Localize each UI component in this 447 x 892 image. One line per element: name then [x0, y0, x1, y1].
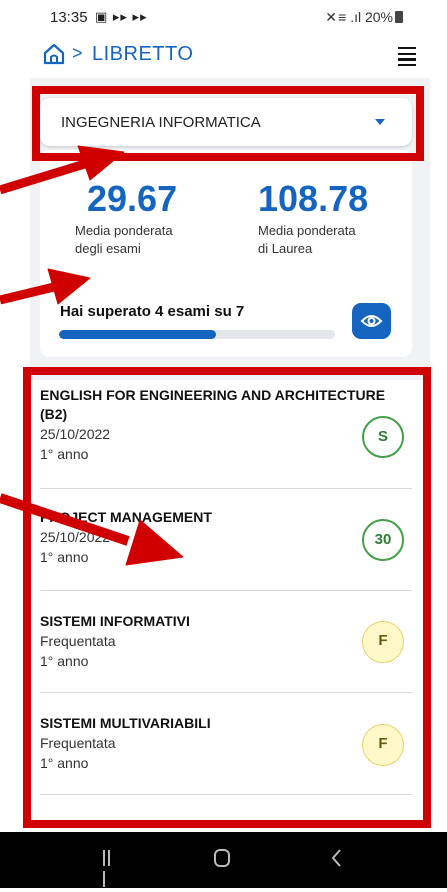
passed-exams-text: Hai superato 4 esami su 7: [60, 303, 245, 320]
home-icon[interactable]: [42, 42, 66, 66]
app-header: > LIBRETTO: [0, 38, 447, 74]
status-right: ✕ ≡ .ıl 20%: [325, 9, 403, 26]
weighted-average-value: 29.67: [87, 178, 178, 219]
menu-icon[interactable]: [398, 47, 416, 67]
passed-progress-bar: [59, 330, 335, 339]
degree-average-value: 108.78: [258, 178, 369, 219]
status-time: 13:35: [50, 9, 88, 26]
system-nav-bar: [0, 832, 447, 888]
nav-home-icon[interactable]: [214, 849, 230, 867]
battery-icon: [395, 11, 403, 23]
annotation-box-exams: [23, 367, 431, 828]
status-battery-text: ✕ ≡ .ıl 20%: [325, 9, 393, 25]
eye-icon: [360, 315, 383, 327]
notification-icons: ▣ ▸▸ ▸▸: [95, 9, 148, 24]
status-bar: 13:35 ▣ ▸▸ ▸▸ ✕ ≡ .ıl 20%: [0, 0, 447, 34]
degree-average-label: Media ponderata di Laurea: [258, 223, 356, 256]
back-icon[interactable]: [327, 846, 347, 870]
progress-fill: [59, 330, 217, 339]
annotation-box-course: [32, 86, 424, 161]
page-title: LIBRETTO: [92, 43, 194, 65]
weighted-average-label: Media ponderata degli esami: [75, 223, 173, 256]
view-details-button[interactable]: [352, 303, 391, 339]
breadcrumb-separator: >: [72, 43, 83, 63]
recent-apps-icon[interactable]: [103, 850, 117, 887]
